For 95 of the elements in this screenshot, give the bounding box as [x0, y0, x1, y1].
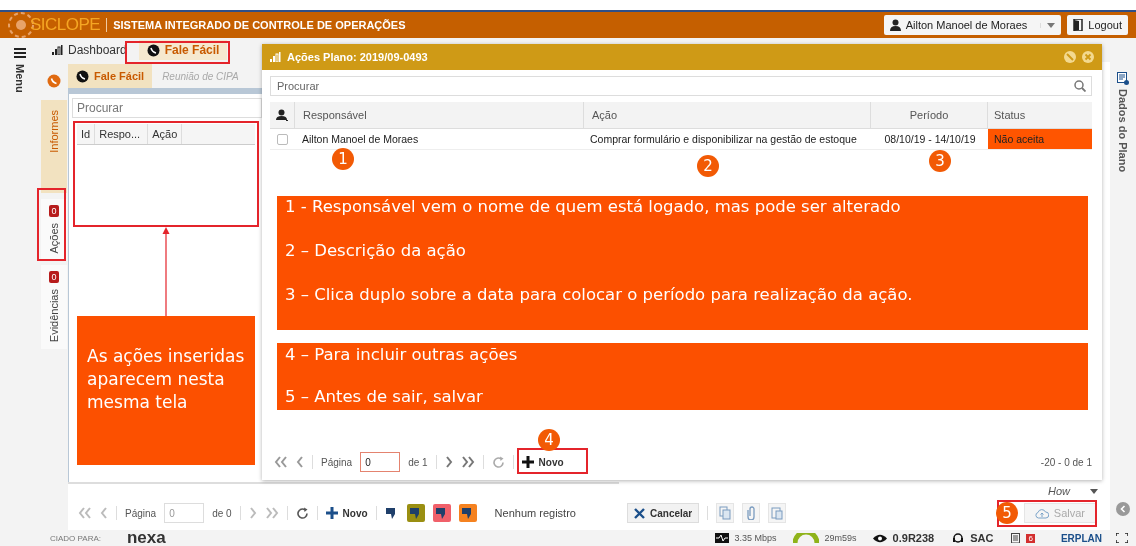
logout-button[interactable]: Logout — [1067, 15, 1128, 35]
app-title: SISTEMA INTEGRADO DE CONTROLE DE OPERAÇÕES — [113, 19, 406, 31]
first-page-icon[interactable] — [274, 456, 288, 468]
cancel-button[interactable]: Cancelar — [627, 503, 700, 523]
column-header[interactable]: Respo... — [95, 124, 149, 144]
building-icon — [1011, 533, 1021, 543]
user-icon[interactable] — [276, 109, 288, 121]
copy-button[interactable] — [716, 503, 735, 523]
brand-logo: nexa — [127, 530, 166, 546]
callout-text: 2 – Descrição da ação — [285, 241, 467, 260]
row-checkbox[interactable] — [276, 133, 288, 145]
close-icon[interactable] — [1082, 51, 1094, 63]
fullscreen-icon[interactable] — [1116, 533, 1128, 543]
next-page-icon[interactable] — [248, 507, 257, 519]
search-field[interactable]: Procurar — [270, 76, 1092, 96]
plus-icon — [325, 507, 338, 519]
table-cell-text: 08/10/19 - 14/10/19 — [883, 133, 977, 145]
signal-bars-icon — [52, 45, 63, 55]
column-header[interactable]: Id — [77, 124, 96, 144]
last-page-icon[interactable] — [264, 507, 279, 519]
page-label: Página — [321, 456, 353, 468]
user-icon — [889, 19, 901, 31]
column-header[interactable]: Período — [871, 102, 988, 128]
refresh-icon[interactable] — [295, 506, 309, 520]
count-badge: 0 — [49, 271, 59, 284]
pulse-icon — [714, 533, 729, 543]
page-count: de 0 — [212, 507, 232, 519]
ring-icon — [792, 533, 819, 543]
support-link[interactable]: SAC — [970, 532, 994, 544]
callout-text: 3 – Clica duplo sobre a data para colocar o período para realização da ação. — [285, 285, 914, 304]
caret-icon[interactable] — [1090, 488, 1098, 494]
dialog-title: Ações Plano: 2019/09-0493 — [287, 51, 428, 63]
callout-text: 1 - Responsável vem o nome de quem está logado, mas pode ser alterado — [285, 197, 902, 216]
how-select[interactable]: How — [1048, 485, 1070, 497]
user-menu-button[interactable]: Ailton Manoel de Moraes — [883, 15, 1062, 35]
chat-icon — [146, 43, 160, 57]
column-header[interactable]: Responsável — [295, 102, 584, 128]
page-count: de 1 — [408, 456, 428, 468]
previous-page-icon[interactable] — [100, 507, 108, 519]
menu-icon[interactable] — [14, 48, 26, 58]
next-page-icon[interactable] — [444, 456, 453, 468]
licensed-label: CIADO PARA: — [50, 533, 101, 543]
version-label: 0.9R238 — [892, 532, 935, 544]
record-status: Nenhum registro — [494, 507, 576, 519]
thumbs-down-button[interactable] — [432, 504, 451, 522]
door-icon — [1073, 19, 1084, 31]
new-button[interactable]: Novo — [521, 456, 564, 468]
chat-icon[interactable] — [47, 74, 61, 88]
chat-icon — [76, 69, 89, 83]
document-icon — [1117, 72, 1129, 85]
close-icon — [634, 507, 645, 519]
eye-icon — [872, 533, 887, 543]
previous-page-icon[interactable] — [296, 456, 304, 468]
cloud-upload-icon — [1034, 507, 1049, 519]
callout-text: As ações inseridas aparecem nesta mesma tela — [87, 345, 245, 414]
new-button[interactable]: Novo — [325, 507, 368, 519]
paste-button[interactable] — [768, 503, 787, 523]
app-logo: SICLOPE — [30, 15, 101, 35]
page-label: Página — [125, 507, 157, 519]
first-page-icon[interactable] — [78, 507, 92, 519]
last-page-icon[interactable] — [460, 456, 475, 468]
copy-icon — [719, 506, 732, 520]
count-badge: 0 — [49, 204, 59, 217]
callout-text: 5 – Antes de sair, salvar — [285, 387, 484, 406]
session-timer: 29m59s — [824, 533, 857, 543]
side-tab[interactable]: 0 Evidências — [41, 265, 67, 349]
attach-button[interactable] — [742, 503, 761, 523]
plus-icon — [521, 456, 534, 468]
paperclip-icon — [745, 506, 758, 520]
signal-bars-icon — [270, 52, 281, 62]
search-field[interactable]: Procurar — [72, 98, 262, 118]
side-tab[interactable]: 0 Ações — [41, 198, 67, 260]
column-header[interactable]: Status — [988, 102, 1092, 128]
table-cell-text: Ailton Manoel de Moraes — [301, 133, 420, 145]
paste-icon — [771, 506, 784, 520]
thumbs-down-button[interactable] — [458, 504, 477, 522]
column-header[interactable]: Ação — [584, 102, 871, 128]
caret-icon — [1040, 22, 1056, 28]
record-range: -20 - 0 de 1 — [1040, 456, 1092, 468]
thumbs-down-button[interactable] — [406, 504, 425, 522]
headset-icon — [952, 533, 965, 543]
table-cell-text: Comprar formulário e disponibilizar na gestão de estoque — [589, 133, 858, 145]
main-tab[interactable]: Fale Fácil — [138, 40, 228, 60]
network-speed: 3.35 Mbps — [734, 533, 777, 543]
search-icon — [1074, 80, 1086, 92]
menu-label[interactable]: Menu — [14, 64, 26, 93]
page-field[interactable]: 0 — [360, 452, 401, 472]
block-icon[interactable] — [1064, 51, 1076, 63]
notification-count: 6 — [1026, 533, 1035, 543]
status-cell: Não aceita — [988, 129, 1092, 149]
callout-text: 4 – Para incluir outras ações — [285, 345, 519, 364]
product-logo: ERPLAN — [1060, 532, 1102, 544]
chevron-left-icon[interactable] — [1116, 502, 1130, 516]
side-panel-tab[interactable]: Dados do Plano — [1117, 89, 1129, 173]
column-header[interactable]: Ação — [148, 124, 183, 144]
